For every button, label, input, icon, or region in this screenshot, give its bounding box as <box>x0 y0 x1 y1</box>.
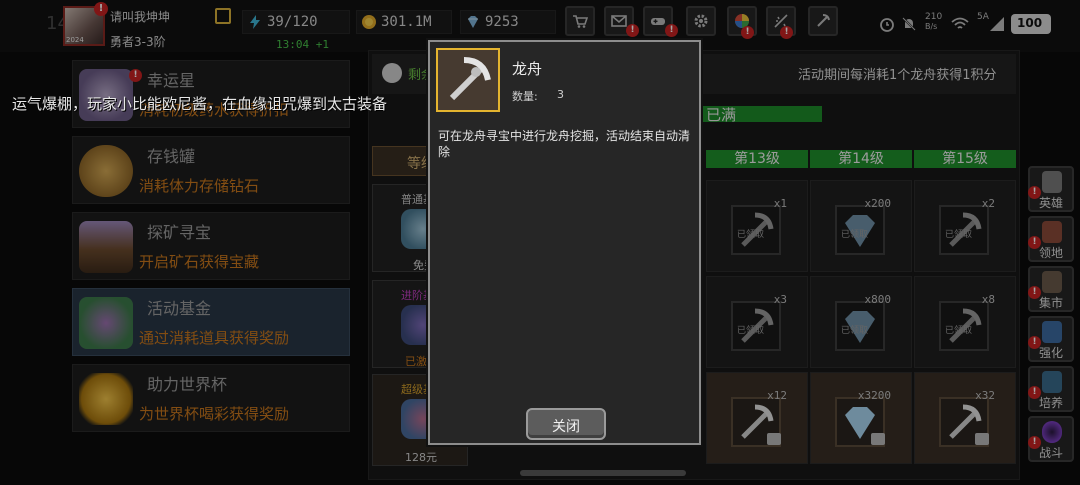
quantity-label: 数量: <box>512 90 538 103</box>
quantity-value: 3 <box>557 88 564 101</box>
pickaxe-icon <box>449 57 491 101</box>
dragon-boat-item-icon <box>436 48 500 112</box>
item-title: 龙舟 <box>512 60 543 78</box>
announcement-banner: 运气爆棚，玩家小比能欧尼酱，在血缘诅咒爆到太古装备 <box>12 95 388 113</box>
close-button-label: 关闭 <box>552 419 580 435</box>
close-button[interactable]: 关闭 <box>526 408 606 440</box>
item-description: 可在龙舟寻宝中进行龙舟挖掘，活动结束自动清除 <box>438 129 691 159</box>
item-info-dialog: 龙舟 数量: 3 可在龙舟寻宝中进行龙舟挖掘，活动结束自动清除 关闭 <box>428 40 701 445</box>
